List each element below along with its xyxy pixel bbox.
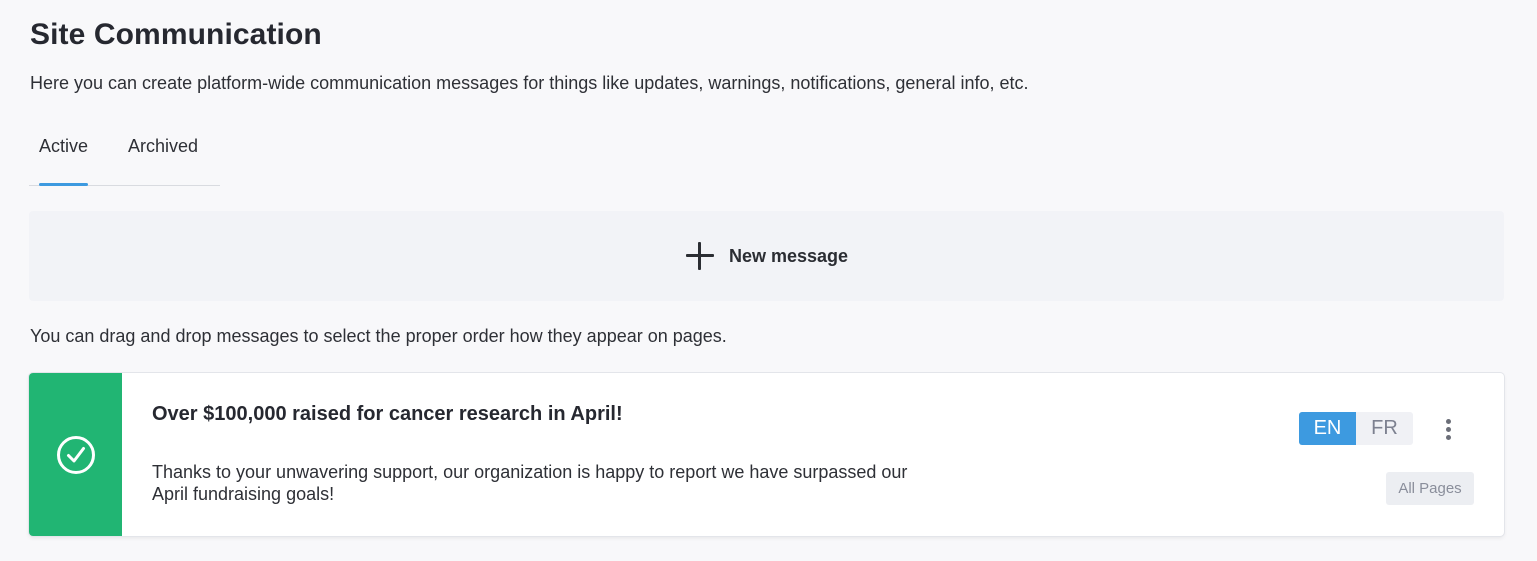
- message-body: Thanks to your unwavering support, our o…: [152, 462, 908, 504]
- message-tabs: Active Archived: [29, 126, 220, 186]
- page-title: Site Communication: [30, 18, 322, 51]
- page-description: Here you can create platform-wide commun…: [30, 73, 1029, 93]
- pages-badge: All Pages: [1386, 472, 1474, 505]
- tab-active[interactable]: Active: [29, 126, 98, 186]
- tab-archived[interactable]: Archived: [118, 126, 208, 185]
- check-circle-icon: [56, 435, 95, 474]
- new-message-button[interactable]: New message: [29, 211, 1504, 301]
- message-title: Over $100,000 raised for cancer research…: [152, 403, 623, 425]
- language-fr-button[interactable]: FR: [1356, 412, 1413, 445]
- plus-icon: [685, 241, 715, 271]
- more-vertical-icon[interactable]: [1436, 415, 1460, 443]
- status-strip: [29, 373, 122, 536]
- message-card[interactable]: Over $100,000 raised for cancer research…: [29, 373, 1504, 536]
- language-en-button[interactable]: EN: [1299, 412, 1356, 445]
- new-message-label: New message: [728, 245, 849, 266]
- language-toggle: EN FR: [1299, 412, 1413, 445]
- drag-hint: You can drag and drop messages to select…: [30, 326, 727, 346]
